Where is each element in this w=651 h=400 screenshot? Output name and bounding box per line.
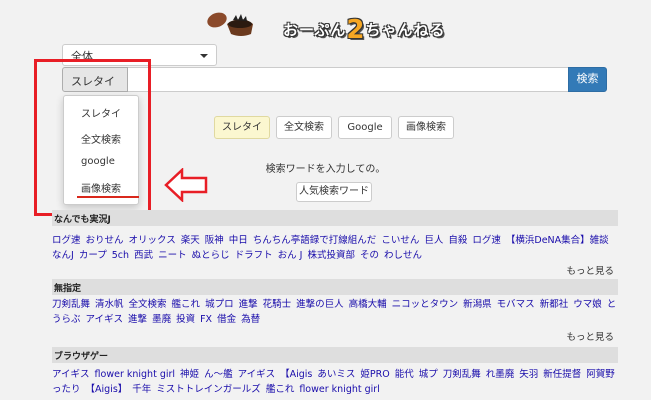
keyword-line: ログ速 おりせん オリックス 楽天 阪神 中日 ちんちん亭語録で打線組んだ こいせん 巨人 自殺ロ… xyxy=(52,233,618,248)
keyword-link[interactable]: 自殺 xyxy=(448,235,467,246)
keyword-link[interactable]: 【横浜DeNA集合】雑談 xyxy=(506,235,609,246)
keyword-link[interactable]: ん〜艦 xyxy=(204,369,233,380)
keyword-link[interactable]: 新任提督 xyxy=(543,369,581,380)
search-input[interactable] xyxy=(128,67,570,92)
keyword-link[interactable]: れ墨廃 xyxy=(486,369,515,380)
popular-keywords-button[interactable]: 人気検索ワード xyxy=(296,182,372,202)
keyword-link[interactable]: と xyxy=(607,299,617,310)
keyword-line: なんJ カープ 5ch 西武 ニート ぬとらじ ドラフト おん J 株式投資部 その わしせん xyxy=(52,248,618,263)
keyword-link[interactable]: ミストトレインガールズ xyxy=(156,384,261,395)
keyword-link[interactable]: 【Aigis】 xyxy=(86,384,128,395)
tab-image-search[interactable]: 画像検索 xyxy=(398,116,454,139)
keyword-link[interactable]: アイギス xyxy=(238,369,276,380)
logo-text-b: 2 xyxy=(346,15,366,45)
keyword-link[interactable]: おりせん xyxy=(86,235,124,246)
keyword-link[interactable]: カープ xyxy=(79,250,107,261)
keyword-link[interactable]: うらぶ xyxy=(52,314,81,325)
keyword-link[interactable]: アイギス xyxy=(86,314,124,325)
tab-thread-title[interactable]: スレタイ xyxy=(214,116,270,139)
tab-google[interactable]: Google xyxy=(338,116,392,139)
keyword-link[interactable]: 巨人 xyxy=(424,235,443,246)
keyword-link[interactable]: あいミス xyxy=(317,369,355,380)
keyword-link[interactable]: 花騎士 xyxy=(263,299,292,310)
more-link-nanj[interactable]: もっと見る xyxy=(566,263,614,277)
search-button[interactable]: 検索 xyxy=(568,67,607,92)
keyword-link[interactable]: 阪神 xyxy=(205,235,224,246)
keyword-line: 刀剣乱舞 清水帆 全文検索 艦これ 城プロ 進撃 花騎士 進撃の巨人 高橋大輔 ニコッとタウン 新潟… xyxy=(52,297,618,312)
keyword-link[interactable]: 進撃 xyxy=(239,299,258,310)
keyword-link[interactable]: 新潟県 xyxy=(463,299,492,310)
keyword-link[interactable]: 清水帆 xyxy=(95,299,124,310)
section-header-browser-games: ブラウザゲー xyxy=(52,347,618,363)
keyword-link[interactable]: 千年 xyxy=(132,384,151,395)
keyword-link[interactable]: FX xyxy=(200,314,212,325)
logo-mascot-icon xyxy=(207,12,253,36)
keyword-link[interactable]: ログ速 xyxy=(52,235,81,246)
keyword-link[interactable]: 阿賀野 xyxy=(586,369,615,380)
keyword-link[interactable]: ぬとらじ xyxy=(192,250,230,261)
keyword-link[interactable]: 艦これ xyxy=(266,384,295,395)
keyword-link[interactable]: 城プロ xyxy=(205,299,234,310)
keyword-link[interactable]: 神姫 xyxy=(180,369,199,380)
tab-full-text[interactable]: 全文検索 xyxy=(276,116,332,139)
keyword-link[interactable]: 株式投資部 xyxy=(307,250,355,261)
keyword-link[interactable]: アイギス xyxy=(52,369,90,380)
keyword-link[interactable]: 楽天 xyxy=(181,235,200,246)
keyword-link[interactable]: 城プ xyxy=(419,369,438,380)
keyword-link[interactable]: なんJ xyxy=(52,250,74,261)
annotation-highlight-box xyxy=(34,59,151,216)
keyword-link[interactable]: ウマ娘 xyxy=(573,299,602,310)
keyword-link[interactable]: わしせん xyxy=(384,250,422,261)
site-logo[interactable]: おーぷん2ちゃんねる xyxy=(203,6,448,45)
keyword-list-nanj: ログ速 おりせん オリックス 楽天 阪神 中日 ちんちん亭語録で打線組んだ こいせん 巨人 自殺ロ… xyxy=(52,233,618,263)
keyword-link[interactable]: おん J xyxy=(278,250,303,261)
keyword-list-browser-games: アイギス flower knight girl 神姫 ん〜艦 アイギス 【Aigis あいミ… xyxy=(52,367,618,397)
logo-text-c: ちゃんねる xyxy=(365,21,446,39)
keyword-link[interactable]: 能代 xyxy=(395,369,414,380)
keyword-link[interactable]: flower knight girl xyxy=(299,384,380,395)
keyword-link[interactable]: flower knight girl xyxy=(95,369,176,380)
keyword-link[interactable]: モバマス xyxy=(497,299,535,310)
keyword-link[interactable]: 進撃 xyxy=(128,314,147,325)
keyword-link[interactable]: 西武 xyxy=(134,250,153,261)
keyword-list-unspecified: 刀剣乱舞 清水帆 全文検索 艦これ 城プロ 進撃 花騎士 進撃の巨人 高橋大輔 ニコッとタウン 新潟… xyxy=(52,297,618,327)
keyword-link[interactable]: 借金 xyxy=(217,314,236,325)
keyword-link[interactable]: 姫PRO xyxy=(360,369,389,380)
keyword-link[interactable]: ちんちん亭語録で打線組んだ xyxy=(253,235,377,246)
section-header-unspecified: 無指定 xyxy=(52,279,618,295)
more-link-unspecified[interactable]: もっと見る xyxy=(566,329,614,343)
keyword-link[interactable]: こいせん xyxy=(381,235,419,246)
section-header-nanj: なんでも実況J xyxy=(52,210,618,226)
keyword-link[interactable]: 5ch xyxy=(112,250,129,261)
keyword-link[interactable]: 為替 xyxy=(241,314,260,325)
keyword-line: うらぶ アイギス 進撃 墨廃 投資 FX 借金 為替 xyxy=(52,312,618,327)
keyword-link[interactable]: ニート xyxy=(158,250,187,261)
chevron-down-icon xyxy=(200,54,208,58)
keyword-link[interactable]: 刀剣乱舞 xyxy=(52,299,90,310)
search-hint-text: 検索ワードを入力しての。 xyxy=(265,164,386,175)
keyword-link[interactable]: 墨廃 xyxy=(152,314,171,325)
keyword-link[interactable]: オリックス xyxy=(129,235,176,246)
keyword-line: ったり 【Aigis】 千年 ミストトレインガールズ 艦これ flower knight … xyxy=(52,382,618,397)
logo-text-a: おーぷん xyxy=(283,21,347,39)
keyword-link[interactable]: ったり xyxy=(52,384,81,395)
keyword-link[interactable]: ログ速 xyxy=(472,235,501,246)
keyword-link[interactable]: 矢羽 xyxy=(519,369,538,380)
logo-wordmark: おーぷん2ちゃんねる xyxy=(283,12,446,45)
keyword-link[interactable]: 高橋大輔 xyxy=(349,299,387,310)
keyword-link[interactable]: 全文検索 xyxy=(129,299,167,310)
keyword-link[interactable]: 艦これ xyxy=(172,299,201,310)
keyword-link[interactable]: ニコッとタウン xyxy=(392,299,459,310)
keyword-link[interactable]: 【Aigis xyxy=(280,369,312,380)
keyword-link[interactable]: 新都社 xyxy=(540,299,569,310)
keyword-link[interactable]: 刀剣乱舞 xyxy=(443,369,481,380)
keyword-link[interactable]: その xyxy=(360,250,379,261)
keyword-link[interactable]: 投資 xyxy=(176,314,195,325)
keyword-link[interactable]: 進撃の巨人 xyxy=(296,299,344,310)
keyword-link[interactable]: 中日 xyxy=(229,235,248,246)
keyword-link[interactable]: ドラフト xyxy=(235,250,273,261)
keyword-line: アイギス flower knight girl 神姫 ん〜艦 アイギス 【Aigis あいミ… xyxy=(52,367,618,382)
